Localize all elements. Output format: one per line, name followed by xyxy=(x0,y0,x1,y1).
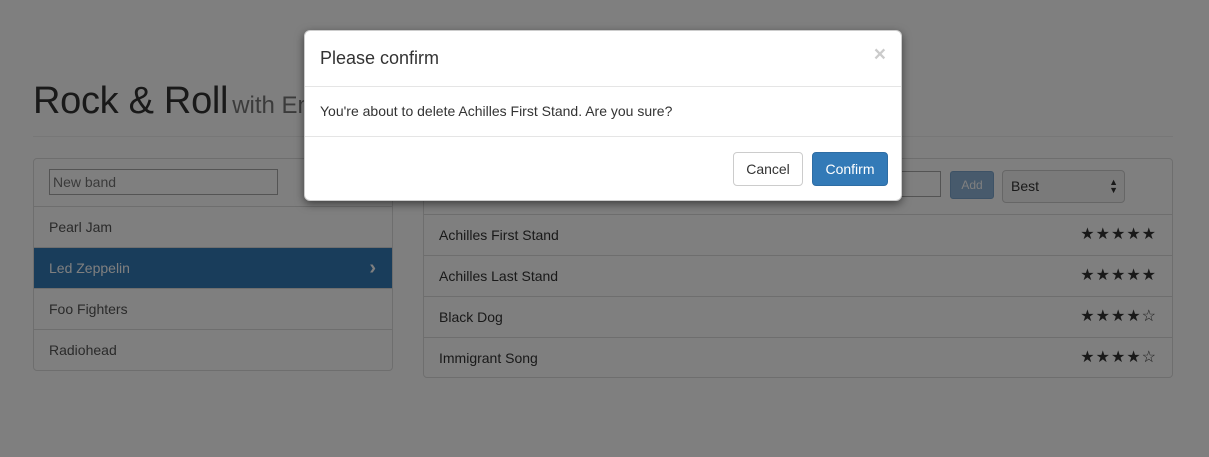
close-icon[interactable]: × xyxy=(874,44,886,65)
modal-header: Please confirm × xyxy=(305,31,901,87)
confirm-dialog: Please confirm × You're about to delete … xyxy=(304,30,902,201)
confirm-button[interactable]: Confirm xyxy=(812,152,888,186)
modal-message: You're about to delete Achilles First St… xyxy=(320,103,673,119)
cancel-button[interactable]: Cancel xyxy=(733,152,803,186)
modal-footer: Cancel Confirm xyxy=(305,137,901,200)
modal-body: You're about to delete Achilles First St… xyxy=(305,87,901,137)
modal-title: Please confirm xyxy=(320,48,440,68)
